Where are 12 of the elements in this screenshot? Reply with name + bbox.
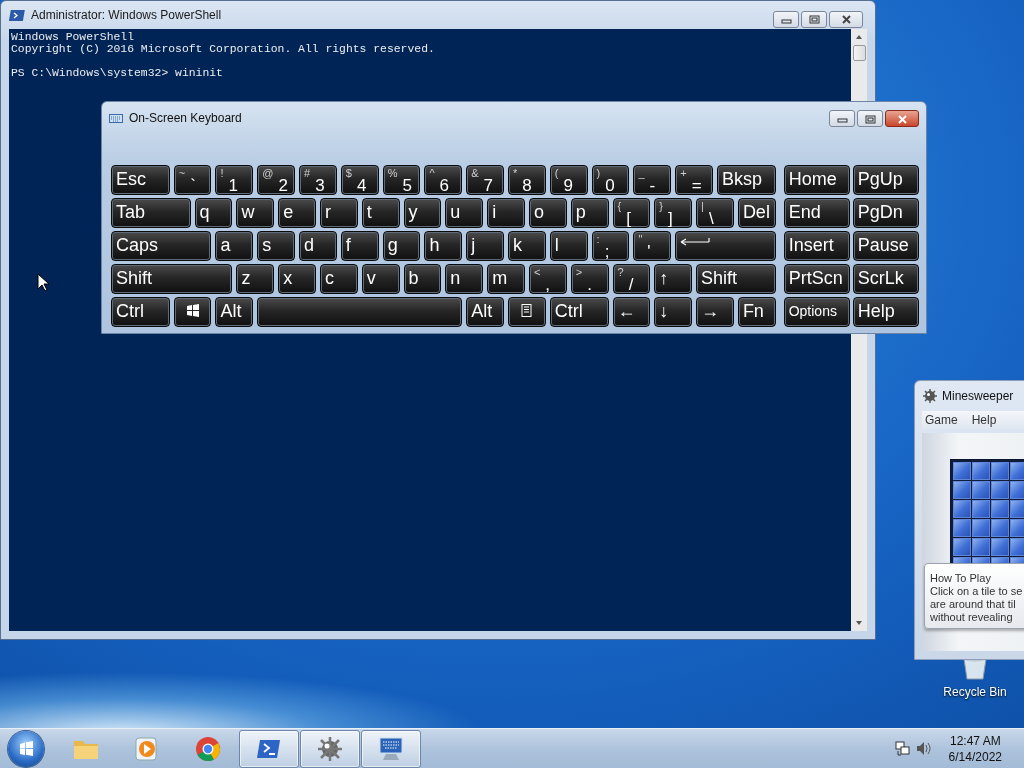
window-title: On-Screen Keyboard bbox=[129, 111, 243, 125]
tooltip-text: Click on a tile to se bbox=[930, 585, 1024, 598]
clock-time: 12:47 AM bbox=[949, 732, 1001, 749]
tooltip-text: are around that til bbox=[930, 598, 1017, 611]
window-title: Administrator: Windows PowerShell bbox=[31, 8, 223, 22]
window-title: Minesweeper bbox=[942, 389, 1014, 403]
console-line: PS C:\Windows\system32> wininit bbox=[11, 67, 224, 79]
console-line: Copyright (C) 2016 Microsoft Corporation. All rights reserved. bbox=[11, 43, 436, 55]
tooltip-title: How To Play bbox=[930, 572, 992, 585]
console-line: Windows PowerShell bbox=[11, 31, 136, 43]
tooltip-text: without revealing bbox=[930, 611, 1014, 624]
clock-date: 6/14/2022 bbox=[948, 748, 1002, 765]
